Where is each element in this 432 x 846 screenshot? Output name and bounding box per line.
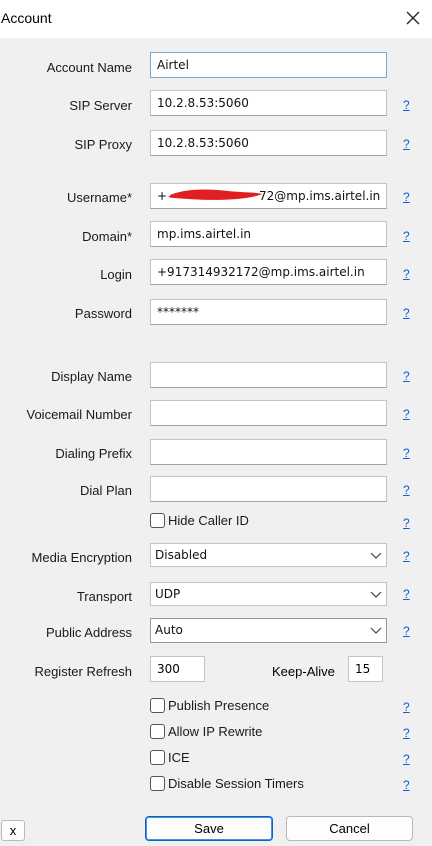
disable-session-timers-help-link[interactable]: ? — [403, 778, 410, 792]
display-name-label: Display Name — [51, 369, 132, 384]
x-button[interactable]: x — [1, 820, 25, 841]
voicemail-number-help-link[interactable]: ? — [403, 407, 410, 421]
checkbox-box[interactable] — [150, 750, 165, 765]
allow-ip-rewrite-label: Allow IP Rewrite — [168, 724, 263, 739]
dial-plan-label: Dial Plan — [79, 483, 132, 498]
media-encryption-value: Disabled — [155, 548, 208, 562]
login-label: Login — [100, 267, 132, 282]
display-name-help-link[interactable]: ? — [403, 369, 410, 383]
sip-server-field[interactable]: 10.2.8.53:5060 — [150, 90, 387, 116]
save-button[interactable]: Save — [145, 816, 273, 841]
dialing-prefix-field[interactable] — [150, 439, 387, 465]
title-bar: Account — [0, 0, 432, 38]
public-address-value: Auto — [155, 623, 183, 637]
dial-plan-field[interactable] — [150, 476, 387, 502]
media-encryption-select[interactable]: Disabled — [150, 543, 387, 567]
account-name-field[interactable]: Airtel — [150, 52, 387, 78]
publish-presence-help-link[interactable]: ? — [403, 700, 410, 714]
dialing-prefix-help-link[interactable]: ? — [403, 446, 410, 460]
username-label: Username* — [66, 190, 132, 205]
allow-ip-rewrite-checkbox[interactable]: Allow IP Rewrite — [150, 724, 262, 739]
media-encryption-label: Media Encryption — [31, 550, 132, 565]
public-address-label: Public Address — [46, 625, 132, 640]
checkbox-box[interactable] — [150, 698, 165, 713]
password-help-link[interactable]: ? — [403, 306, 410, 320]
sip-proxy-label: SIP Proxy — [74, 137, 132, 152]
checkbox-box[interactable] — [150, 513, 165, 528]
media-encryption-help-link[interactable]: ? — [403, 549, 410, 563]
checkbox-box[interactable] — [150, 776, 165, 791]
password-field[interactable]: ******* — [150, 299, 387, 325]
transport-select[interactable]: UDP — [150, 582, 387, 606]
dialing-prefix-label: Dialing Prefix — [55, 446, 132, 461]
ice-label: ICE — [168, 750, 190, 765]
voicemail-number-field[interactable] — [150, 400, 387, 426]
username-suffix: 72@mp.ims.airtel.in — [259, 189, 381, 203]
required-mark: * — [126, 229, 132, 244]
close-icon — [406, 11, 420, 25]
disable-session-timers-checkbox[interactable]: Disable Session Timers — [150, 776, 304, 791]
publish-presence-label: Publish Presence — [168, 698, 270, 713]
transport-label: Transport — [76, 589, 132, 604]
login-field[interactable]: +917314932172@mp.ims.airtel.in — [150, 259, 387, 285]
keep-alive-field[interactable]: 15 — [348, 656, 383, 682]
domain-field[interactable]: mp.ims.airtel.in — [150, 221, 387, 247]
chevron-down-icon — [370, 552, 382, 559]
hide-caller-id-help-link[interactable]: ? — [403, 516, 410, 530]
chevron-down-icon — [370, 627, 382, 634]
account-name-label: Account Name — [46, 60, 132, 75]
transport-help-link[interactable]: ? — [403, 587, 410, 601]
login-help-link[interactable]: ? — [403, 267, 410, 281]
public-address-select[interactable]: Auto — [150, 618, 387, 643]
domain-help-link[interactable]: ? — [403, 229, 410, 243]
sip-server-help-link[interactable]: ? — [403, 98, 410, 112]
required-mark: * — [126, 190, 132, 205]
username-help-link[interactable]: ? — [403, 190, 410, 204]
voicemail-number-label: Voicemail Number — [26, 407, 133, 422]
keep-alive-label: Keep-Alive — [272, 664, 335, 679]
sip-proxy-field[interactable]: 10.2.8.53:5060 — [150, 130, 387, 156]
redaction-scribble — [168, 189, 262, 200]
dial-plan-help-link[interactable]: ? — [403, 483, 410, 497]
username-prefix: + — [157, 189, 168, 203]
ice-checkbox[interactable]: ICE — [150, 750, 190, 765]
register-refresh-field[interactable]: 300 — [150, 656, 205, 682]
sip-server-label: SIP Server — [69, 98, 132, 113]
allow-ip-rewrite-help-link[interactable]: ? — [403, 726, 410, 740]
display-name-field[interactable] — [150, 362, 387, 388]
publish-presence-checkbox[interactable]: Publish Presence — [150, 698, 269, 713]
sip-proxy-help-link[interactable]: ? — [403, 137, 410, 151]
public-address-help-link[interactable]: ? — [403, 624, 410, 638]
checkbox-box[interactable] — [150, 724, 165, 739]
close-button[interactable] — [404, 9, 422, 27]
transport-value: UDP — [155, 587, 181, 601]
register-refresh-label: Register Refresh — [34, 664, 132, 679]
disable-session-timers-label: Disable Session Timers — [168, 776, 304, 791]
domain-label: Domain* — [82, 229, 132, 244]
cancel-button[interactable]: Cancel — [286, 816, 413, 841]
hide-caller-id-checkbox[interactable]: Hide Caller ID — [150, 513, 249, 528]
ice-help-link[interactable]: ? — [403, 752, 410, 766]
password-label: Password — [74, 306, 132, 321]
hide-caller-id-label: Hide Caller ID — [168, 513, 249, 528]
window-title: Account — [1, 10, 52, 26]
chevron-down-icon — [370, 591, 382, 598]
